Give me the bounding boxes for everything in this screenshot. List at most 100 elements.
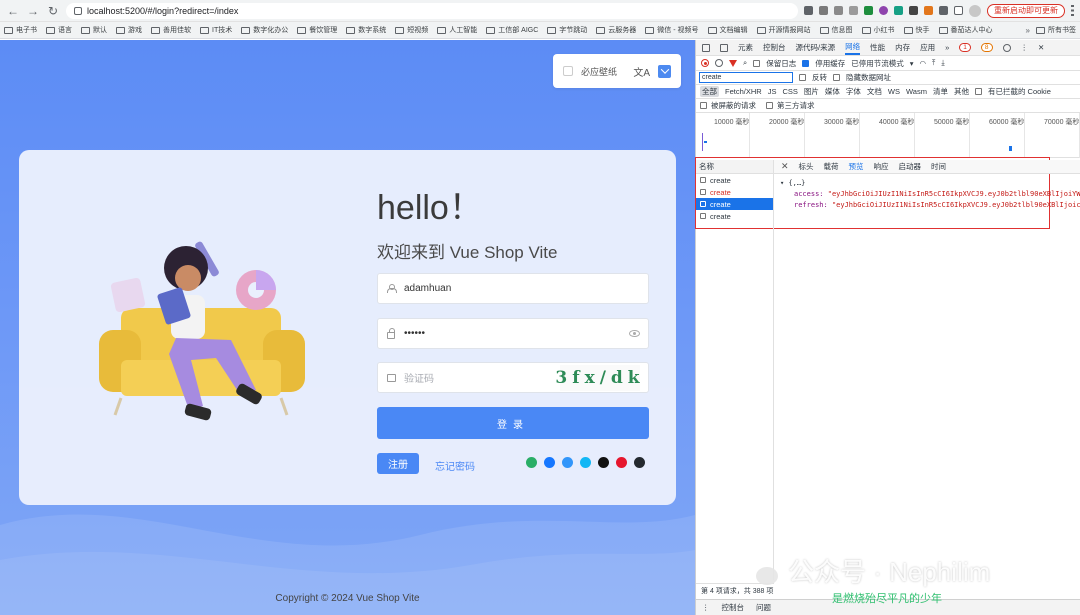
tab-memory[interactable]: 内存 [895,42,910,53]
bookmark-item[interactable]: 开源情报网站 [756,25,811,35]
language-icon[interactable]: 文A [633,64,650,79]
clear-icon[interactable] [715,59,723,67]
type-css[interactable]: CSS [782,87,797,96]
network-overview-timeline[interactable]: 10000 毫秒 20000 毫秒 30000 毫秒 40000 毫秒 5000… [696,113,1080,158]
inspect-icon[interactable] [702,43,710,52]
tab-timing[interactable]: 时间 [931,161,946,172]
search-icon[interactable]: ⌕ [743,58,747,68]
tab-initiator[interactable]: 启动器 [899,161,922,172]
username-field[interactable]: adamhuan [377,273,649,304]
preserve-log-checkbox[interactable] [753,59,761,67]
upload-icon[interactable]: ⤒ [932,58,935,68]
extension-dark-icon[interactable] [909,6,918,15]
bookmark-item[interactable]: 文档编辑 [707,25,748,35]
error-count-badge[interactable]: 1 [959,43,971,52]
devtools-menu-icon[interactable]: ⋮ [1021,43,1029,52]
bookmark-item[interactable]: 数字化办公 [241,25,288,35]
type-other[interactable]: 其他 [954,86,969,97]
filter-icon[interactable] [729,59,737,67]
key-icon[interactable] [804,6,813,15]
type-font[interactable]: 字体 [846,86,861,97]
captcha-image[interactable]: 3fx/dk [555,364,640,391]
all-bookmarks[interactable]: 所有书签 [1036,25,1076,35]
device-toolbar-icon[interactable] [720,43,728,52]
alipay-icon[interactable] [544,457,555,468]
extension-green-icon[interactable] [864,6,873,15]
github-icon[interactable] [634,457,645,468]
request-checkbox[interactable] [700,177,706,183]
request-row[interactable]: create [696,174,773,186]
sidepanel-icon[interactable] [954,6,963,15]
download-icon[interactable]: ⤓ [941,58,944,68]
close-icon[interactable]: ✕ [781,161,789,172]
close-devtools-icon[interactable]: ✕ [1038,43,1044,52]
dingtalk-icon[interactable] [562,457,573,468]
bookmark-item[interactable]: 信息图 [819,25,853,35]
weibo-icon[interactable] [616,457,627,468]
warning-count-badge[interactable]: 8 [980,43,993,52]
login-button[interactable]: 登录 [377,407,649,439]
record-icon[interactable] [701,59,709,67]
more-tabs-icon[interactable]: » [945,43,949,52]
filter-input[interactable]: create [699,72,793,83]
bookmark-item[interactable]: 小红书 [861,25,895,35]
tab-sources[interactable]: 源代码/来源 [796,42,836,53]
chevron-down-icon[interactable]: ▾ [910,59,914,68]
avatar[interactable] [969,4,981,17]
request-checkbox[interactable] [700,213,706,219]
drawer-tab-console[interactable]: 控制台 [722,602,745,613]
name-column-header[interactable]: 名称 [696,160,773,174]
bookmark-item[interactable]: 数字系统 [346,25,386,35]
throttle-select[interactable]: 已停用节流模式 [851,58,904,69]
type-all[interactable]: 全部 [700,86,719,97]
back-icon[interactable]: ← [6,4,20,18]
type-manifest[interactable]: 清单 [933,86,948,97]
bookmark-item[interactable]: 快手 [903,25,930,35]
translate-page-icon[interactable] [819,6,828,15]
bookmark-item[interactable]: 默认 [81,25,107,35]
extension-teal-icon[interactable] [894,6,903,15]
drawer-tab-issues[interactable]: 问题 [756,602,771,613]
request-checkbox[interactable] [700,189,706,195]
preview-root[interactable]: ▾ {,…} [780,178,1080,189]
type-doc[interactable]: 文档 [867,86,882,97]
eye-icon[interactable] [629,330,640,337]
blocked-requests-checkbox[interactable] [700,102,707,109]
hide-data-urls-checkbox[interactable] [833,74,840,81]
forgot-password-link[interactable]: 忘记密码 [435,458,475,473]
drawer-menu-icon[interactable]: ⋮ [702,603,710,612]
bookmark-item[interactable]: 短视频 [395,25,428,35]
douyin-icon[interactable] [598,457,609,468]
share-icon[interactable] [834,6,843,15]
bookmark-item[interactable]: 番茄达人中心 [938,25,993,35]
forward-icon[interactable]: → [26,4,40,18]
request-checkbox[interactable] [700,201,706,207]
chevron-down-icon[interactable] [658,64,671,78]
bookmark-star-icon[interactable] [849,6,858,15]
extension-purple-icon[interactable] [879,6,888,15]
type-media[interactable]: 媒体 [825,86,840,97]
site-info-icon[interactable] [74,6,82,15]
tab-network[interactable]: 网络 [845,41,861,55]
tab-headers[interactable]: 标头 [799,161,814,172]
register-button[interactable]: 注册 [377,453,419,474]
disable-cache-checkbox[interactable] [802,59,810,67]
tab-payload[interactable]: 载荷 [824,161,839,172]
bookmark-item[interactable]: IT技术 [200,25,232,35]
reload-icon[interactable]: ↻ [46,4,60,18]
bookmark-item[interactable]: 工信部 AIGC [486,25,538,35]
blocked-cookies-checkbox[interactable] [974,88,982,95]
type-wasm[interactable]: Wasm [906,87,927,96]
bookmark-item[interactable]: 人工智能 [437,25,477,35]
bookmark-item[interactable]: 电子书 [4,25,37,35]
request-row[interactable]: create [696,186,773,198]
menu-icon[interactable] [1071,5,1074,16]
address-bar[interactable]: localhost:5200/#/login?redirect=/index [66,2,798,19]
tab-application[interactable]: 应用 [920,42,935,53]
tab-console[interactable]: 控制台 [763,42,786,53]
qq-icon[interactable] [580,457,591,468]
wifi-icon[interactable]: ◠ [919,59,926,68]
tab-performance[interactable]: 性能 [870,42,885,53]
type-ws[interactable]: WS [888,87,900,96]
bookmark-item[interactable]: 餐饮管理 [297,25,337,35]
